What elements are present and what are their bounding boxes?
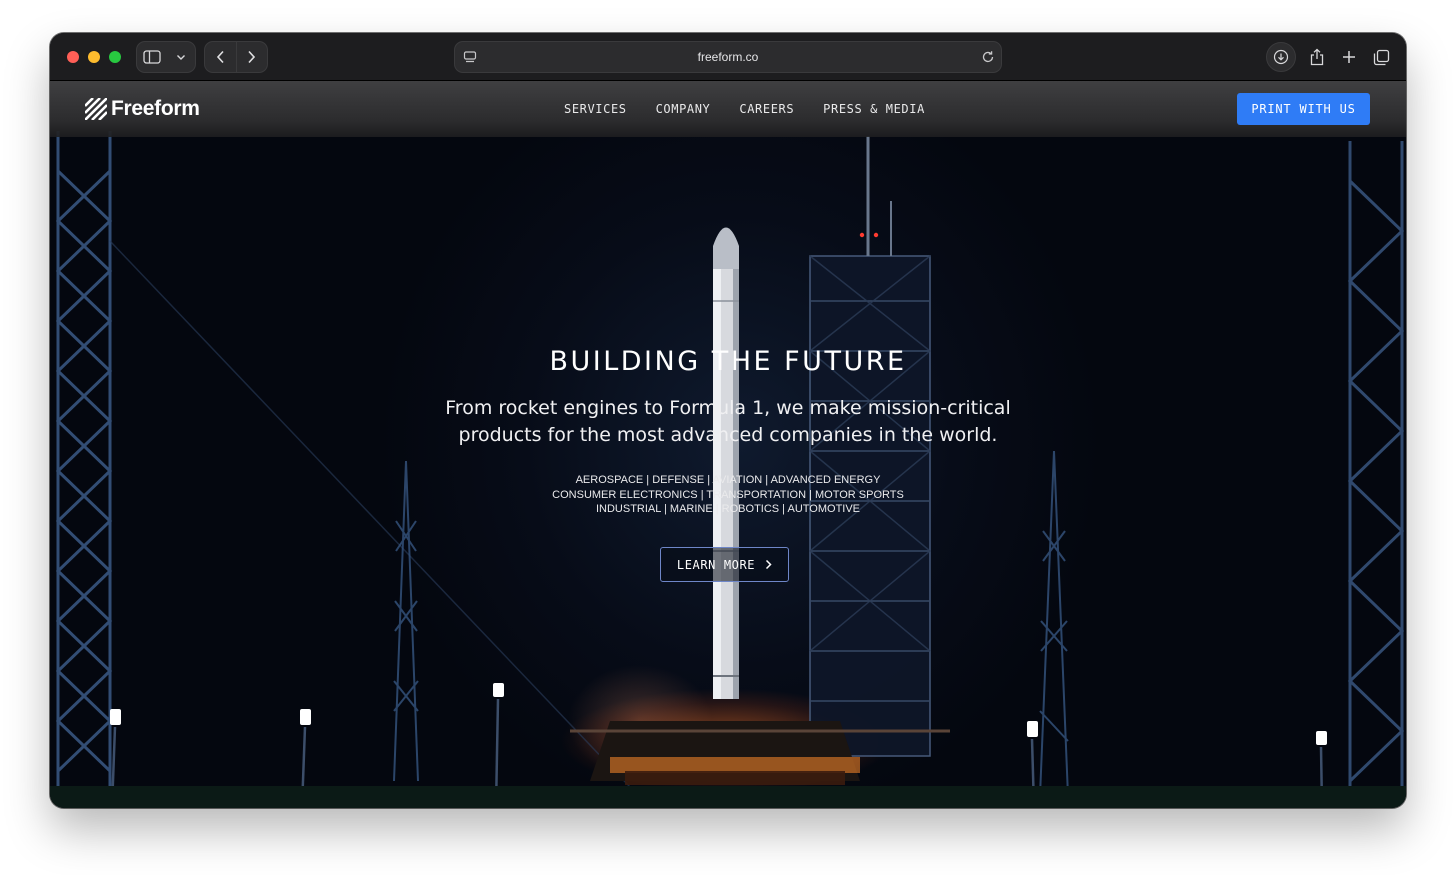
zoom-window-button[interactable] (109, 51, 121, 63)
hero-subtitle-line: From rocket engines to Formula 1, we mak… (445, 397, 1011, 419)
learn-more-button[interactable]: LEARN MORE (660, 547, 789, 582)
tower-red-light (859, 232, 865, 238)
close-window-button[interactable] (67, 51, 79, 63)
nav-company[interactable]: COMPANY (656, 102, 711, 116)
history-navigation (204, 41, 268, 73)
industries-list: AEROSPACE | DEFENSE | AVIATION | ADVANCE… (50, 473, 1406, 517)
reload-icon[interactable] (981, 50, 995, 69)
industries-line: INDUSTRIAL | MARINE | ROBOTICS | AUTOMOT… (595, 503, 861, 515)
chevron-down-icon[interactable] (166, 42, 195, 72)
chevron-right-icon (766, 559, 772, 570)
learn-more-label: LEARN MORE (676, 557, 756, 572)
left-cable (109, 240, 651, 808)
webpage: Freeform SERVICES COMPANY CAREERS PRESS … (50, 81, 1406, 808)
hero-title: BUILDING THE FUTURE (549, 346, 907, 377)
toolbar-actions (1266, 41, 1392, 73)
plus-icon[interactable] (1338, 46, 1360, 68)
chevron-left-icon (216, 50, 224, 64)
sidebar-toggle-button[interactable] (136, 41, 196, 73)
url-text[interactable]: freeform.co (455, 42, 1001, 73)
ground-treeline (50, 786, 1406, 808)
chevron-right-icon (248, 50, 256, 64)
browser-toolbar: freeform.co (50, 33, 1406, 81)
back-button[interactable] (205, 42, 236, 72)
hero-section: BUILDING THE FUTURE From rocket engines … (50, 343, 1406, 517)
browser-window: freeform.co Freeform SERVICES COMPANY CA… (50, 33, 1406, 808)
industries-line: AEROSPACE | DEFENSE | AVIATION | ADVANCE… (575, 474, 881, 486)
brand-name: Freeform (111, 97, 200, 120)
minimize-window-button[interactable] (88, 51, 100, 63)
hero-subtitle-line: products for the most advanced companies… (458, 424, 998, 446)
nav-services[interactable]: SERVICES (564, 102, 627, 116)
forward-button[interactable] (235, 42, 268, 72)
main-nav: SERVICES COMPANY CAREERS PRESS & MEDIA (564, 81, 925, 137)
nav-press-media[interactable]: PRESS & MEDIA (823, 102, 925, 116)
tabs-icon[interactable] (1370, 46, 1392, 68)
hero-subtitle: From rocket engines to Formula 1, we mak… (408, 395, 1048, 449)
brand-logo[interactable]: Freeform (85, 97, 200, 121)
download-icon[interactable] (1266, 42, 1296, 72)
share-icon[interactable] (1306, 46, 1328, 68)
freeform-logo-icon (85, 98, 107, 120)
sidebar-icon[interactable] (137, 42, 166, 72)
tower-red-light (873, 232, 879, 238)
nav-careers[interactable]: CAREERS (739, 102, 794, 116)
site-header: Freeform SERVICES COMPANY CAREERS PRESS … (50, 81, 1406, 137)
industries-line: CONSUMER ELECTRONICS | TRANSPORTATION | … (552, 488, 904, 501)
print-with-us-button[interactable]: PRINT WITH US (1237, 93, 1370, 125)
address-bar[interactable]: freeform.co (454, 41, 1002, 73)
